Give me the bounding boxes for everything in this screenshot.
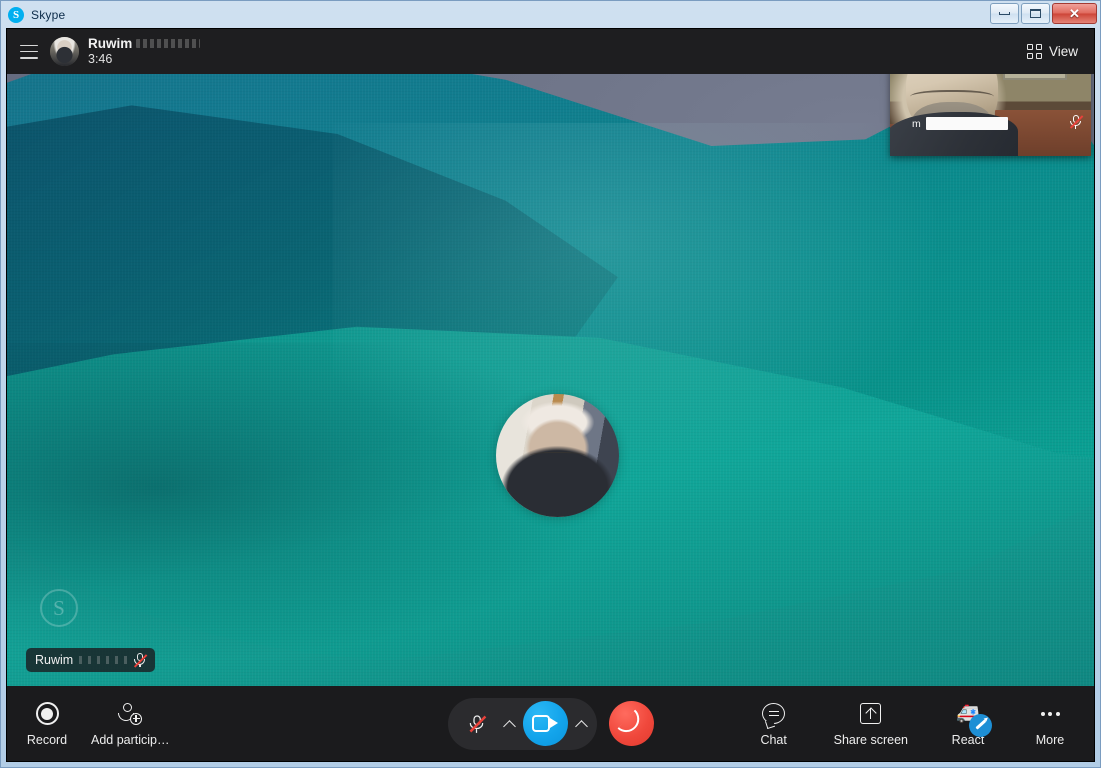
call-controls-left: Record Add particip…	[7, 701, 170, 747]
close-button[interactable]: ✕	[1052, 3, 1097, 24]
titlebar-left: S Skype	[8, 6, 66, 23]
participant-avatar-photo	[496, 394, 619, 517]
record-button-label: Record	[26, 732, 68, 747]
phone-hangup-icon	[617, 709, 645, 738]
record-button[interactable]: Record	[25, 701, 69, 747]
participant-name-redacted	[79, 656, 128, 664]
contact-name: Ruwim	[88, 35, 133, 51]
skype-window: S Skype ✕ Ruwim 3:46 View S Ruwim m Reco…	[0, 0, 1101, 768]
microphone-muted-icon	[468, 714, 486, 733]
main-video-stage[interactable]: S Ruwim	[7, 74, 1094, 686]
minimize-icon	[999, 12, 1010, 15]
self-view-name: m	[912, 117, 921, 130]
add-participants-button[interactable]: Add particip…	[91, 701, 170, 747]
contact-avatar	[50, 37, 79, 66]
hamburger-menu-icon[interactable]	[20, 44, 38, 59]
skype-call-view: Ruwim 3:46 View S Ruwim m Record Add par…	[6, 28, 1095, 762]
share-screen-button-label: Share screen	[833, 732, 908, 747]
maximize-button[interactable]	[1021, 3, 1050, 24]
call-timer: 3:46	[88, 52, 113, 67]
mic-options-chevron-icon[interactable]	[504, 718, 515, 729]
audio-video-pill	[447, 697, 597, 750]
grid-view-icon	[1027, 44, 1042, 59]
view-button-label: View	[1048, 44, 1078, 59]
maximize-icon	[1030, 9, 1041, 18]
call-controls-right: Chat Share screen 🚑 React More	[752, 701, 1094, 747]
camera-toggle-button[interactable]	[522, 701, 568, 746]
more-button[interactable]: More	[1028, 701, 1072, 747]
edit-pencil-icon[interactable]	[969, 713, 992, 737]
mic-toggle-button[interactable]	[458, 705, 496, 743]
minimize-button[interactable]	[990, 3, 1019, 24]
participant-name-badge: Ruwim	[26, 648, 156, 672]
add-person-icon	[117, 701, 143, 727]
video-background-sheen	[333, 122, 1008, 515]
call-control-bar: Record Add particip… Chat Share screen 🚑…	[7, 686, 1094, 761]
self-view-name-badge: m	[912, 117, 1008, 130]
window-controls: ✕	[990, 3, 1097, 24]
add-participants-button-label: Add particip…	[91, 732, 170, 747]
chat-button[interactable]: Chat	[752, 701, 796, 747]
chat-bubble-icon	[762, 701, 786, 727]
participant-name: Ruwim	[35, 653, 74, 667]
self-view-microphone-muted-icon	[1069, 114, 1084, 129]
react-icon-wrap: 🚑	[951, 701, 992, 737]
call-header-text: Ruwim 3:46	[88, 35, 201, 68]
close-icon: ✕	[1069, 6, 1080, 21]
chat-button-label: Chat	[760, 732, 787, 747]
camera-options-chevron-icon[interactable]	[576, 718, 587, 729]
self-view-name-redacted	[925, 117, 1008, 130]
self-view-glasses	[910, 90, 994, 105]
more-dots-icon	[1040, 701, 1060, 727]
camera-icon	[532, 715, 558, 732]
react-button[interactable]: 🚑 React	[946, 701, 992, 747]
end-call-button[interactable]	[608, 701, 654, 746]
contact-name-redacted	[136, 39, 201, 49]
record-circle-icon	[35, 701, 59, 727]
call-controls-center	[447, 697, 654, 750]
window-titlebar: S Skype ✕	[1, 1, 1100, 28]
contact-name-row: Ruwim	[88, 35, 201, 52]
window-title: Skype	[31, 7, 66, 22]
more-button-label: More	[1035, 732, 1065, 747]
skype-logo-icon: S	[8, 6, 24, 23]
microphone-muted-icon	[133, 653, 148, 668]
skype-watermark-icon: S	[40, 589, 78, 627]
call-header: Ruwim 3:46 View	[7, 29, 1094, 74]
share-screen-button[interactable]: Share screen	[834, 701, 908, 747]
share-screen-icon	[860, 701, 882, 727]
view-button[interactable]: View	[1023, 39, 1082, 64]
